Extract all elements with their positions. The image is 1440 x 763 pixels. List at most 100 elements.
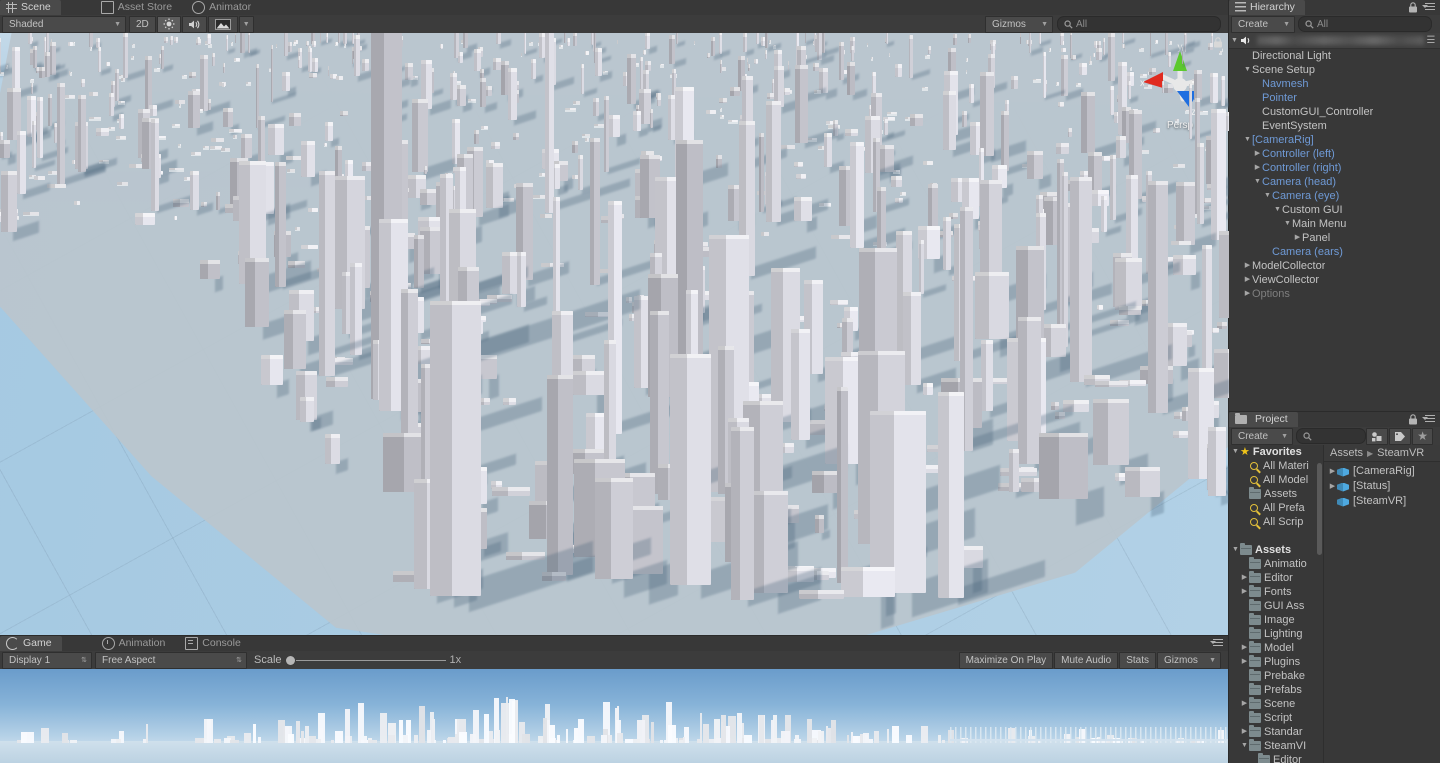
- tab-game[interactable]: Game: [0, 636, 62, 651]
- project-tree-item-all-prefa[interactable]: All Prefa: [1229, 501, 1323, 515]
- game-panel-menu-icon[interactable]: [1210, 638, 1223, 649]
- display-dropdown[interactable]: Display 1 ⇅: [2, 651, 92, 669]
- project-tree-item-editor[interactable]: Editor: [1229, 753, 1323, 763]
- chevron-right-icon[interactable]: ▶: [1240, 585, 1249, 599]
- project-tree-item-scene[interactable]: ▶ Scene: [1229, 697, 1323, 711]
- chevron-right-icon[interactable]: ▶: [1240, 725, 1249, 739]
- project-tree-item-all-model[interactable]: All Model: [1229, 473, 1323, 487]
- project-tree-item-favorites[interactable]: ▼ ★ Favorites: [1229, 445, 1323, 459]
- game-render-viewport[interactable]: [0, 669, 1229, 763]
- chevron-right-icon[interactable]: ▶: [1328, 464, 1337, 479]
- project-lock-icon[interactable]: [1408, 414, 1418, 425]
- project-tree-item-prebake[interactable]: Prebake: [1229, 669, 1323, 683]
- aspect-dropdown[interactable]: Free Aspect ⇅: [95, 651, 247, 669]
- tab-project[interactable]: Project: [1229, 412, 1298, 427]
- scale-slider-handle[interactable]: [285, 655, 295, 665]
- label-filter-button[interactable]: [1389, 427, 1412, 445]
- chevron-down-icon[interactable]: ▼: [1243, 133, 1252, 147]
- hierarchy-item-viewcollector[interactable]: ▶ ViewCollector: [1229, 273, 1440, 287]
- asset-item-status[interactable]: ▶ [Status]: [1324, 479, 1440, 494]
- gizmo-lock-icon[interactable]: [1213, 37, 1223, 48]
- hierarchy-item-modelcollector[interactable]: ▶ ModelCollector: [1229, 259, 1440, 273]
- scene-effects-dropdown[interactable]: ▼: [238, 15, 254, 33]
- scene-search-input[interactable]: All: [1057, 16, 1221, 32]
- mute-audio-button[interactable]: Mute Audio: [1054, 651, 1119, 669]
- project-tree-item-gui-ass[interactable]: GUI Ass: [1229, 599, 1323, 613]
- tab-asset-store[interactable]: Asset Store: [95, 0, 182, 15]
- breadcrumb-assets[interactable]: Assets: [1330, 447, 1363, 459]
- hierarchy-item-controller-left[interactable]: ▶ Controller (left): [1229, 147, 1440, 161]
- hierarchy-search-input[interactable]: All: [1298, 16, 1432, 32]
- favorite-filter-button[interactable]: ★: [1412, 427, 1433, 445]
- project-tree-item-prefabs[interactable]: Prefabs: [1229, 683, 1323, 697]
- chevron-right-icon[interactable]: ▶: [1240, 571, 1249, 585]
- tab-animator[interactable]: Animator: [186, 0, 261, 15]
- hierarchy-menu-icon[interactable]: [1422, 2, 1435, 13]
- asset-item-camerarig[interactable]: ▶ [CameraRig]: [1324, 464, 1440, 479]
- hierarchy-create-button[interactable]: Create ▼: [1231, 15, 1295, 33]
- scale-slider[interactable]: [285, 653, 446, 667]
- hierarchy-lock-icon[interactable]: [1408, 2, 1418, 13]
- project-tree-item-fonts[interactable]: ▶ Fonts: [1229, 585, 1323, 599]
- scene-context-menu-icon[interactable]: ☰: [1424, 35, 1438, 46]
- chevron-down-icon[interactable]: ▼: [1283, 217, 1292, 231]
- horizontal-splitter[interactable]: [0, 635, 1229, 636]
- hierarchy-item-controller-right[interactable]: ▶ Controller (right): [1229, 161, 1440, 175]
- gizmos-dropdown[interactable]: Gizmos ▼: [985, 15, 1053, 33]
- stats-button[interactable]: Stats: [1119, 651, 1156, 669]
- chevron-down-icon[interactable]: ▼: [1231, 445, 1240, 459]
- type-filter-button[interactable]: [1366, 427, 1389, 445]
- scene-audio-toggle[interactable]: [181, 15, 207, 33]
- project-tree-item-image[interactable]: Image: [1229, 613, 1323, 627]
- tab-console[interactable]: Console: [179, 636, 251, 651]
- tab-hierarchy[interactable]: Hierarchy: [1229, 0, 1305, 15]
- chevron-down-icon[interactable]: ▼: [1231, 543, 1240, 557]
- project-tree-item-assets[interactable]: ▼ Assets: [1229, 543, 1323, 557]
- chevron-right-icon[interactable]: ▶: [1253, 161, 1262, 175]
- hierarchy-item-camerarig[interactable]: ▼ [CameraRig]: [1229, 133, 1440, 147]
- tab-scene[interactable]: Scene: [0, 0, 61, 15]
- chevron-down-icon[interactable]: ▼: [1273, 203, 1282, 217]
- project-tree-item-all-scrip[interactable]: All Scrip: [1229, 515, 1323, 529]
- hierarchy-item-panel[interactable]: ▶ Panel: [1229, 231, 1440, 245]
- chevron-right-icon[interactable]: ▶: [1253, 147, 1262, 161]
- shading-mode-dropdown[interactable]: Shaded ▼: [2, 15, 126, 33]
- project-folder-tree[interactable]: ▼ ★ Favorites All Materi All Model Assets All …: [1229, 445, 1324, 763]
- hierarchy-item-main-menu[interactable]: ▼ Main Menu: [1229, 217, 1440, 231]
- project-tree-item-lighting[interactable]: Lighting: [1229, 627, 1323, 641]
- breadcrumb-steamvr[interactable]: SteamVR: [1377, 447, 1424, 459]
- breadcrumb[interactable]: Assets ▶ SteamVR: [1324, 445, 1440, 462]
- project-menu-icon[interactable]: [1422, 414, 1435, 425]
- project-tree-item-all-materi[interactable]: All Materi: [1229, 459, 1323, 473]
- chevron-down-icon[interactable]: ▼: [1263, 189, 1272, 203]
- hierarchy-item-eventsystem[interactable]: EventSystem: [1229, 119, 1440, 133]
- chevron-right-icon[interactable]: ▶: [1293, 231, 1302, 245]
- project-tree-scrollbar[interactable]: [1317, 463, 1322, 555]
- right-splitter[interactable]: [1229, 411, 1440, 412]
- chevron-right-icon[interactable]: ▶: [1240, 697, 1249, 711]
- chevron-right-icon[interactable]: ▶: [1243, 273, 1252, 287]
- chevron-down-icon[interactable]: ▼: [1240, 739, 1249, 753]
- chevron-down-icon[interactable]: ▼: [1253, 175, 1262, 189]
- hierarchy-item-customgui-controller[interactable]: CustomGUI_Controller: [1229, 105, 1440, 119]
- hierarchy-item-options[interactable]: ▶ Options: [1229, 287, 1440, 301]
- project-create-button[interactable]: Create ▼: [1231, 427, 1293, 445]
- scene-3d-viewport[interactable]: y x z Persp: [0, 33, 1229, 636]
- hierarchy-item-camera-ears[interactable]: Camera (ears): [1229, 245, 1440, 259]
- game-gizmos-dropdown[interactable]: Gizmos ▼: [1157, 651, 1221, 669]
- hierarchy-scene-row[interactable]: ▼ ☰: [1229, 33, 1440, 49]
- scene-effects-toggle[interactable]: [207, 15, 238, 33]
- chevron-down-icon[interactable]: ▼: [1229, 37, 1240, 44]
- tab-animation[interactable]: Animation: [96, 636, 176, 651]
- project-tree-item-standar[interactable]: ▶ Standar: [1229, 725, 1323, 739]
- chevron-right-icon[interactable]: ▶: [1240, 655, 1249, 669]
- project-asset-list[interactable]: Assets ▶ SteamVR ▶ [CameraRig] ▶ [Status] [S…: [1324, 445, 1440, 763]
- hierarchy-item-pointer[interactable]: Pointer: [1229, 91, 1440, 105]
- hierarchy-item-navmesh[interactable]: Navmesh: [1229, 77, 1440, 91]
- hierarchy-tree[interactable]: ▼ ☰ Directional Light ▼ Scene Setup Navmesh…: [1229, 33, 1440, 412]
- chevron-right-icon[interactable]: ▶: [1243, 259, 1252, 273]
- chevron-right-icon[interactable]: ▶: [1240, 641, 1249, 655]
- hierarchy-item-custom-gui[interactable]: ▼ Custom GUI: [1229, 203, 1440, 217]
- hierarchy-item-scene-setup[interactable]: ▼ Scene Setup: [1229, 63, 1440, 77]
- scene-lighting-toggle[interactable]: [156, 15, 181, 33]
